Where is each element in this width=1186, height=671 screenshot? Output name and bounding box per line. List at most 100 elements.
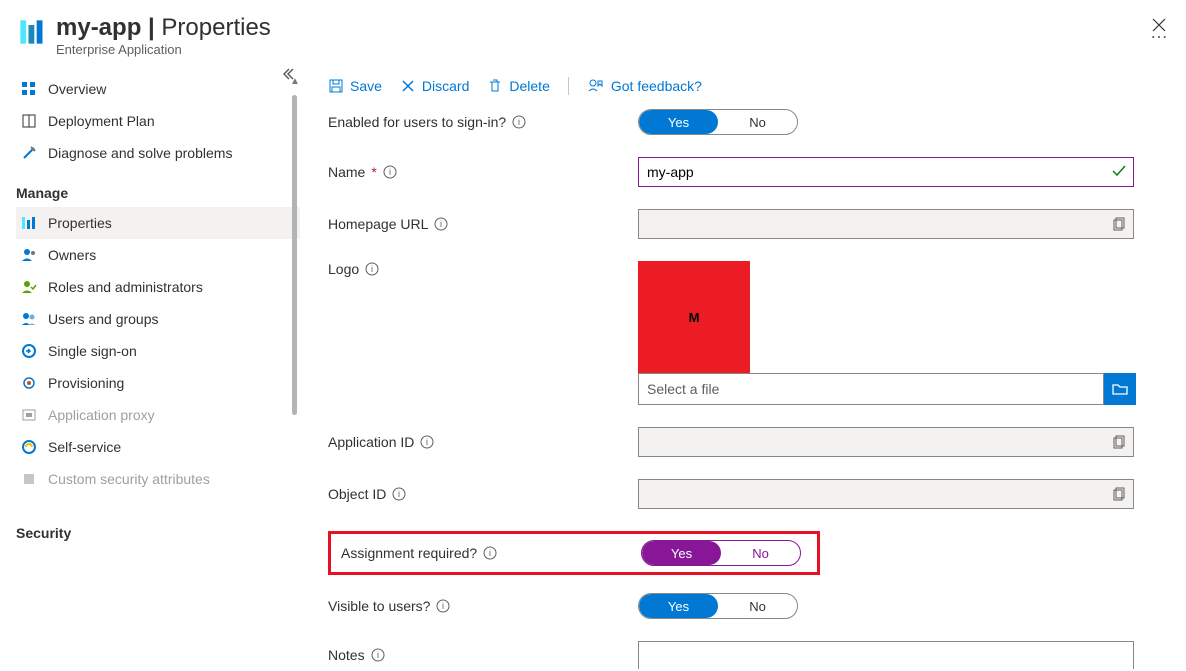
toggle-no[interactable]: No: [718, 110, 797, 134]
info-icon[interactable]: i: [420, 435, 434, 449]
sidebar-item-properties[interactable]: Properties: [16, 207, 300, 239]
app-name: my-app: [56, 14, 141, 41]
sidebar-item-label: Self-service: [48, 439, 121, 455]
info-icon[interactable]: i: [512, 115, 526, 129]
sidebar-item-provisioning[interactable]: Provisioning: [16, 367, 300, 399]
enabled-toggle[interactable]: Yes No: [638, 109, 798, 135]
delete-button[interactable]: Delete: [487, 78, 549, 94]
save-icon: [328, 78, 344, 94]
browse-button[interactable]: [1104, 373, 1136, 405]
page-title: my-app | Properties: [56, 14, 1132, 42]
toggle-yes[interactable]: Yes: [639, 594, 718, 618]
title-separator: |: [141, 14, 161, 41]
sidebar-section-manage: Manage: [16, 169, 300, 207]
sidebar-item-users-groups[interactable]: Users and groups: [16, 303, 300, 335]
visible-toggle[interactable]: Yes No: [638, 593, 798, 619]
sidebar-item-label: Diagnose and solve problems: [48, 145, 232, 161]
person-check-icon: [20, 279, 38, 295]
discard-icon: [400, 78, 416, 94]
page-header: my-app | Properties Enterprise Applicati…: [0, 0, 1186, 67]
discard-button[interactable]: Discard: [400, 78, 469, 94]
svg-text:i: i: [489, 548, 491, 558]
info-icon[interactable]: i: [392, 487, 406, 501]
toggle-yes[interactable]: Yes: [642, 541, 721, 565]
feedback-button[interactable]: Got feedback?: [587, 77, 702, 95]
info-icon[interactable]: i: [436, 599, 450, 613]
objectid-label: Object ID: [328, 486, 386, 502]
folder-icon: [1112, 381, 1128, 397]
svg-text:i: i: [389, 167, 391, 177]
svg-text:i: i: [398, 489, 400, 499]
trash-icon: [487, 78, 503, 94]
toolbar-label: Save: [350, 78, 382, 94]
sidebar-item-label: Single sign-on: [48, 343, 137, 359]
notes-label: Notes: [328, 647, 365, 663]
copy-icon[interactable]: [1113, 217, 1127, 231]
copy-icon[interactable]: [1113, 435, 1127, 449]
sidebar-item-owners[interactable]: Owners: [16, 239, 300, 271]
file-select-input[interactable]: Select a file: [638, 373, 1104, 405]
toggle-no[interactable]: No: [718, 594, 797, 618]
toolbar: Save Discard Delete Got feedback?: [328, 67, 1166, 109]
self-service-icon: [20, 439, 38, 455]
close-button[interactable]: [1152, 18, 1166, 35]
svg-text:i: i: [442, 601, 444, 611]
visible-label: Visible to users?: [328, 598, 430, 614]
toggle-no[interactable]: No: [721, 541, 800, 565]
svg-text:i: i: [371, 264, 373, 274]
copy-icon[interactable]: [1113, 487, 1127, 501]
sidebar-item-roles-admins[interactable]: Roles and administrators: [16, 271, 300, 303]
info-icon[interactable]: i: [483, 546, 497, 560]
save-button[interactable]: Save: [328, 78, 382, 94]
info-icon[interactable]: i: [365, 262, 379, 276]
toggle-yes[interactable]: Yes: [639, 110, 718, 134]
sidebar-item-label: Roles and administrators: [48, 279, 203, 295]
enabled-label: Enabled for users to sign-in?: [328, 114, 506, 130]
sidebar-item-deployment-plan[interactable]: Deployment Plan: [16, 105, 300, 137]
scroll-up-arrow[interactable]: ▲: [290, 77, 300, 87]
check-icon: [1110, 162, 1128, 183]
sidebar-item-label: Deployment Plan: [48, 113, 155, 129]
logo-preview: M: [638, 261, 750, 373]
sidebar-item-diagnose[interactable]: Diagnose and solve problems: [16, 137, 300, 169]
name-input[interactable]: [638, 157, 1134, 187]
feedback-icon: [587, 77, 605, 95]
assignment-label: Assignment required?: [341, 545, 477, 561]
sidebar-item-label: Properties: [48, 215, 112, 231]
assignment-toggle[interactable]: Yes No: [641, 540, 801, 566]
info-icon[interactable]: i: [383, 165, 397, 179]
sidebar-item-custom-security: Custom security attributes: [16, 463, 300, 495]
properties-icon: [20, 215, 38, 231]
sidebar-item-overview[interactable]: Overview: [16, 73, 300, 105]
sidebar-item-label: Owners: [48, 247, 96, 263]
book-icon: [20, 113, 38, 129]
svg-text:i: i: [440, 219, 442, 229]
homepage-field: [638, 209, 1134, 239]
sidebar-item-sso[interactable]: Single sign-on: [16, 335, 300, 367]
wrench-icon: [20, 145, 38, 161]
provisioning-icon: [20, 375, 38, 391]
name-label: Name: [328, 164, 365, 180]
notes-input[interactable]: [638, 641, 1134, 669]
sidebar-item-label: Overview: [48, 81, 106, 97]
proxy-icon: [20, 407, 38, 423]
signin-icon: [20, 343, 38, 359]
info-icon[interactable]: i: [371, 648, 385, 662]
section-name: Properties: [161, 14, 270, 41]
objectid-field: [638, 479, 1134, 509]
owners-icon: [20, 247, 38, 263]
sidebar-item-label: Provisioning: [48, 375, 124, 391]
content-area: Save Discard Delete Got feedback?: [300, 67, 1186, 671]
sidebar-item-self-service[interactable]: Self-service: [16, 431, 300, 463]
scroll-thumb[interactable]: [292, 95, 297, 415]
toolbar-label: Delete: [509, 78, 549, 94]
file-placeholder: Select a file: [647, 381, 719, 397]
sidebar-item-label: Application proxy: [48, 407, 155, 423]
sidebar-scrollbar[interactable]: ▲: [290, 77, 300, 671]
sidebar-section-security: Security: [16, 509, 300, 547]
sidebar: ▲ Overview Deployment Plan Diagnose and …: [0, 67, 300, 671]
sidebar-item-label: Users and groups: [48, 311, 159, 327]
info-icon[interactable]: i: [434, 217, 448, 231]
svg-text:i: i: [377, 650, 379, 660]
toolbar-label: Discard: [422, 78, 469, 94]
